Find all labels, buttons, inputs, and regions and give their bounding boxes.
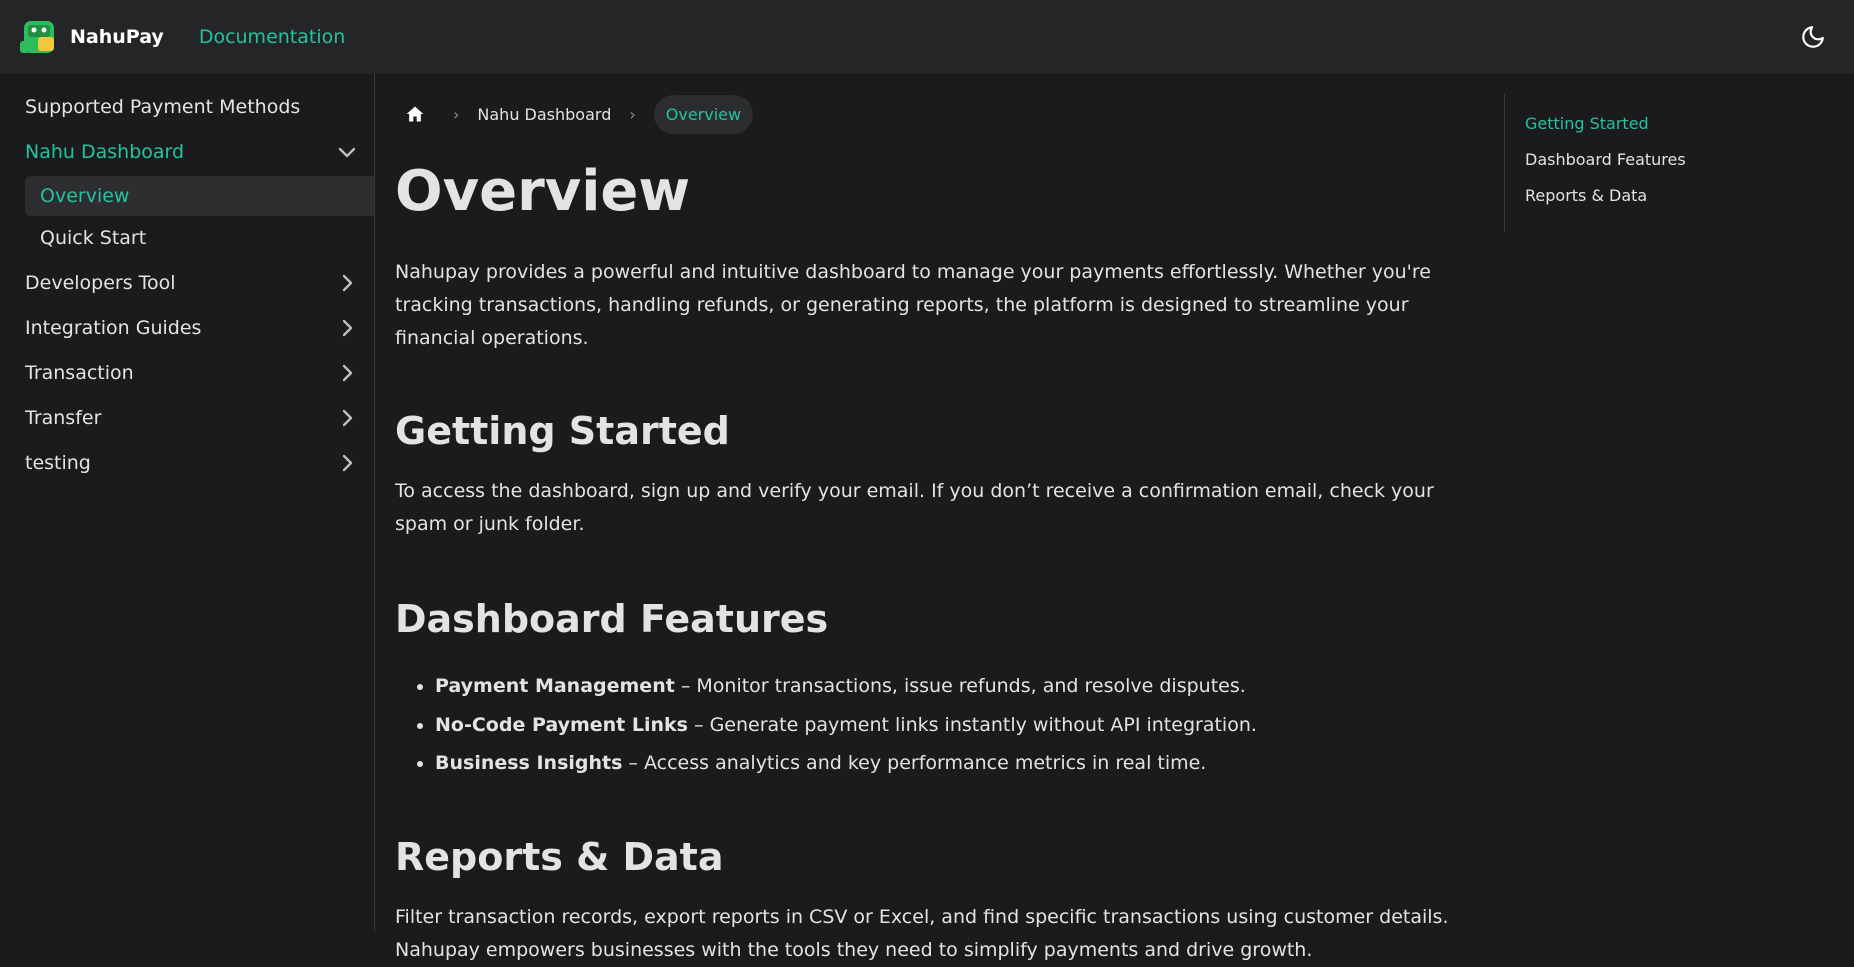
sidebar-item-label: Developers Tool (25, 271, 176, 294)
breadcrumb-separator: › (453, 104, 460, 124)
sidebar-item-label: Transfer (25, 406, 102, 429)
sidebar-item-label: testing (25, 451, 91, 474)
toc-item-dashboard-features[interactable]: Dashboard Features (1525, 150, 1804, 186)
getting-started-paragraph: To access the dashboard, sign up and ver… (395, 480, 1434, 535)
theme-toggle-button[interactable] (1798, 22, 1828, 52)
toc-item-reports-data[interactable]: Reports & Data (1525, 186, 1804, 222)
sidebar-subitem-overview[interactable]: Overview (25, 176, 374, 216)
sidebar-subitem-label: Overview (40, 185, 130, 207)
brand-name: NahuPay (70, 26, 164, 48)
sidebar-item-label: Transaction (25, 361, 134, 384)
sidebar-subitem-label: Quick Start (40, 227, 147, 249)
sidebar-item-testing[interactable]: testing (25, 440, 374, 485)
sidebar-item-transaction[interactable]: Transaction (25, 350, 374, 395)
sidebar-item-supported-payment-methods[interactable]: Supported Payment Methods (25, 84, 374, 129)
reports-paragraph: Filter transaction records, export repor… (395, 905, 1449, 961)
page-title: Overview (395, 159, 691, 224)
brand-link[interactable]: NahuPay (20, 19, 164, 55)
toc-item-getting-started[interactable]: Getting Started (1525, 114, 1804, 150)
sidebar-item-developers-tool[interactable]: Developers Tool (25, 260, 374, 305)
breadcrumb-separator: › (629, 104, 636, 124)
breadcrumb-current: Overview (653, 94, 754, 134)
feature-desc: – Monitor transactions, issue refunds, a… (674, 675, 1246, 697)
main-content: › Nahu Dashboard › Overview Overview Nah… (395, 74, 1475, 961)
list-item: Business Insights – Access analytics and… (435, 744, 1475, 783)
sidebar-item-transfer[interactable]: Transfer (25, 395, 374, 440)
sidebar-item-label: Supported Payment Methods (25, 95, 301, 118)
heading-reports-data: Reports & Data (395, 834, 724, 879)
navbar: NahuPay Documentation (0, 0, 1854, 74)
heading-getting-started: Getting Started (395, 409, 730, 453)
feature-desc: – Generate payment links instantly witho… (687, 713, 1257, 736)
sidebar-subitem-quick-start[interactable]: Quick Start (25, 218, 374, 258)
heading-dashboard-features: Dashboard Features (395, 597, 829, 641)
sidebar-item-integration-guides[interactable]: Integration Guides (25, 305, 374, 350)
chevron-right-icon[interactable] (335, 406, 359, 430)
sidebar-item-label: Nahu Dashboard (25, 140, 185, 163)
chevron-down-icon[interactable] (335, 140, 359, 164)
chevron-right-icon[interactable] (335, 271, 359, 295)
feature-name: Payment Management (435, 675, 675, 697)
sidebar-item-nahu-dashboard[interactable]: Nahu Dashboard (25, 129, 374, 174)
nahupay-logo-icon (20, 21, 54, 53)
home-icon (406, 106, 424, 122)
list-item: Payment Management – Monitor transaction… (435, 667, 1475, 706)
chevron-right-icon[interactable] (335, 361, 359, 385)
chevron-right-icon[interactable] (335, 316, 359, 340)
breadcrumb-home-link[interactable] (395, 94, 435, 134)
breadcrumb-parent-link[interactable]: Nahu Dashboard (477, 95, 611, 134)
list-item: No-Code Payment Links – Generate payment… (435, 706, 1475, 745)
moon-icon (1802, 26, 1824, 48)
table-of-contents: Getting Started Dashboard Features Repor… (1504, 94, 1804, 232)
breadcrumb: › Nahu Dashboard › Overview (395, 94, 1475, 134)
sidebar-item-label: Integration Guides (25, 316, 202, 339)
sidebar: Supported Payment Methods Nahu Dashboard… (0, 74, 375, 931)
feature-desc: – Access analytics and key performance m… (622, 752, 1207, 774)
feature-name: No-Code Payment Links (435, 713, 688, 736)
intro-paragraph: Nahupay provides a powerful and intuitiv… (395, 261, 1431, 349)
chevron-right-icon[interactable] (335, 451, 359, 475)
sidebar-menu: Supported Payment Methods Nahu Dashboard… (0, 74, 374, 485)
feature-name: Business Insights (435, 752, 623, 774)
nav-documentation-link[interactable]: Documentation (199, 26, 345, 48)
features-list: Payment Management – Monitor transaction… (395, 667, 1475, 783)
